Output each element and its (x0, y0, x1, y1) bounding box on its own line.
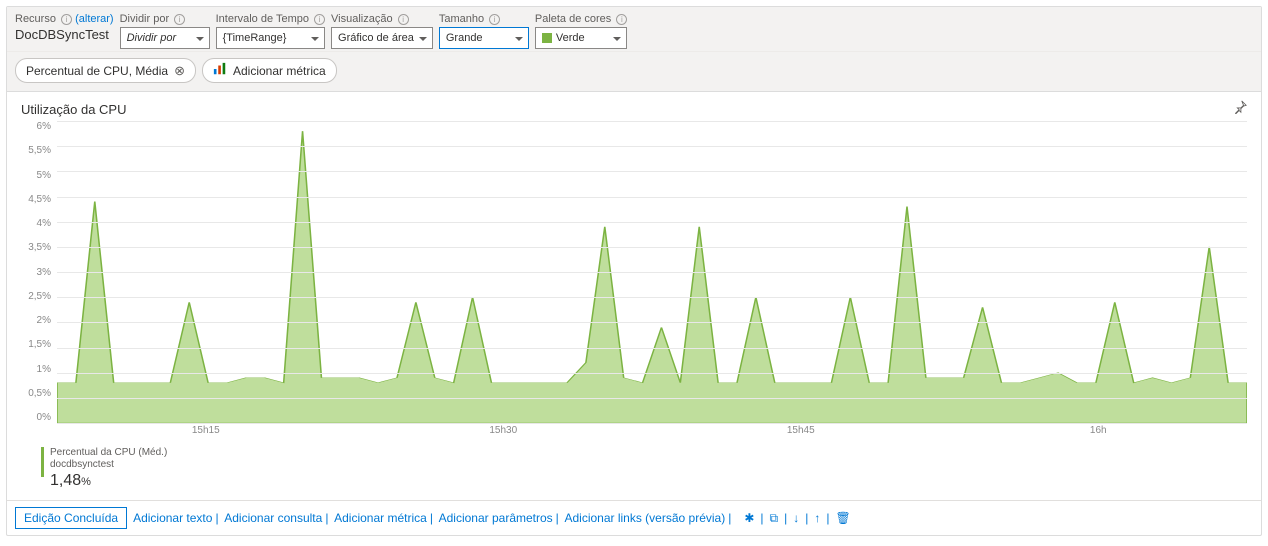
timerange-dropdown[interactable]: {TimeRange} (216, 27, 325, 49)
move-down-icon[interactable]: ↓ (793, 511, 799, 526)
bottom-toolbar: Edição Concluída Adicionar texto| Adicio… (7, 500, 1261, 535)
add-text-link[interactable]: Adicionar texto (133, 511, 212, 525)
bottom-icon-row: ✱| ⧉| ↓| ↑| 🗑 (744, 511, 850, 526)
legend-label: Percentual da CPU (Méd.) (50, 447, 167, 459)
metrics-panel: Recurso i (alterar) DocDBSyncTest Dividi… (6, 6, 1262, 536)
legend-color-bar (41, 447, 44, 477)
info-icon[interactable]: i (174, 14, 185, 25)
change-resource-link[interactable]: (alterar) (75, 13, 114, 25)
size-group: Tamanho i Grande (439, 13, 529, 49)
info-icon[interactable]: i (616, 14, 627, 25)
visualization-dropdown[interactable]: Gráfico de área (331, 27, 433, 49)
chart-plot: 6%5,5%5%4,5%4%3,5%3%2,5%2%1,5%1%0,5%0% 1… (21, 121, 1247, 441)
resource-label: Recurso i (alterar) (15, 13, 114, 25)
split-dropdown[interactable]: Dividir por (120, 27, 210, 49)
pin-icon[interactable] (1233, 100, 1247, 117)
add-query-link[interactable]: Adicionar consulta (224, 511, 322, 525)
resource-value: DocDBSyncTest (15, 27, 114, 42)
info-icon[interactable]: i (398, 14, 409, 25)
palette-label: Paleta de cores i (535, 13, 628, 25)
done-editing-button[interactable]: Edição Concluída (15, 507, 127, 529)
color-swatch-icon (542, 33, 552, 43)
split-label: Dividir por i (120, 13, 210, 25)
add-links-link[interactable]: Adicionar links (versão prévia) (564, 511, 725, 525)
add-metric-link[interactable]: Adicionar métrica (334, 511, 427, 525)
add-metric-label: Adicionar métrica (233, 64, 326, 78)
legend-sublabel: docdbsynctest (50, 459, 167, 471)
size-dropdown[interactable]: Grande (439, 27, 529, 49)
info-icon[interactable]: i (61, 14, 72, 25)
palette-dropdown[interactable]: Verde (535, 27, 628, 49)
bar-chart-icon (213, 62, 227, 79)
chart-area: Utilização da CPU 6%5,5%5%4,5%4%3,5%3%2,… (7, 92, 1261, 500)
add-params-link[interactable]: Adicionar parâmetros (439, 511, 553, 525)
info-icon[interactable]: i (489, 14, 500, 25)
y-axis-labels: 6%5,5%5%4,5%4%3,5%3%2,5%2%1,5%1%0,5%0% (21, 121, 55, 423)
info-icon[interactable]: i (314, 14, 325, 25)
timerange-group: Intervalo de Tempo i {TimeRange} (216, 13, 325, 49)
delete-icon[interactable]: 🗑 (835, 511, 850, 526)
legend-value: 1,48% (50, 471, 167, 490)
copy-icon[interactable]: ⧉ (770, 511, 779, 526)
metric-chip-label: Percentual de CPU, Média (26, 64, 168, 78)
size-label: Tamanho i (439, 13, 529, 25)
add-metric-chip[interactable]: Adicionar métrica (202, 58, 337, 83)
resource-group: Recurso i (alterar) DocDBSyncTest (15, 13, 114, 42)
settings-icon[interactable]: ✱ (744, 511, 754, 526)
x-axis-labels: 15h1515h3015h4516h (57, 425, 1247, 441)
bottom-links: Adicionar texto| Adicionar consulta| Adi… (133, 511, 734, 525)
chart-legend: Percentual da CPU (Méd.) docdbsynctest 1… (21, 441, 1247, 498)
palette-group: Paleta de cores i Verde (535, 13, 628, 49)
metric-chip-row: Percentual de CPU, Média ⊗ Adicionar mét… (7, 52, 1261, 92)
legend-text: Percentual da CPU (Méd.) docdbsynctest 1… (50, 447, 167, 490)
timerange-label: Intervalo de Tempo i (216, 13, 325, 25)
chart-title: Utilização da CPU (21, 102, 1247, 117)
configuration-toolbar: Recurso i (alterar) DocDBSyncTest Dividi… (7, 7, 1261, 52)
close-icon[interactable]: ⊗ (174, 63, 185, 79)
visualization-label: Visualização i (331, 13, 433, 25)
split-group: Dividir por i Dividir por (120, 13, 210, 49)
plot-area (57, 121, 1247, 423)
move-up-icon[interactable]: ↑ (814, 511, 820, 526)
metric-chip[interactable]: Percentual de CPU, Média ⊗ (15, 58, 196, 83)
visualization-group: Visualização i Gráfico de área (331, 13, 433, 49)
